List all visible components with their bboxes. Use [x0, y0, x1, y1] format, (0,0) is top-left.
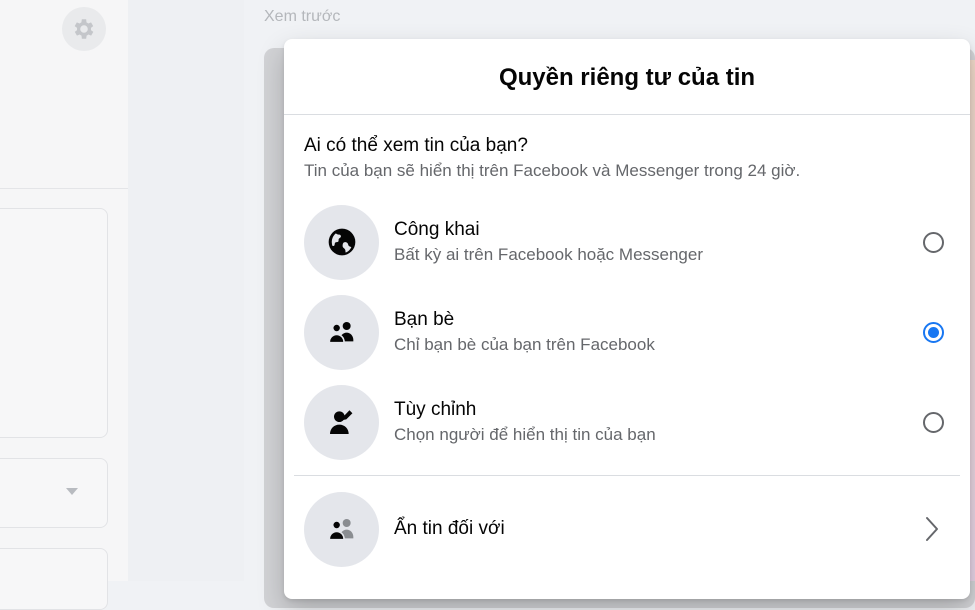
- radio-public[interactable]: [923, 231, 944, 253]
- globe-icon: [328, 228, 355, 256]
- story-privacy-dialog: Quyền riêng tư của tin Ai có thể xem tin…: [284, 39, 970, 599]
- option-label: Công khai: [394, 219, 480, 240]
- option-label: Bạn bè: [394, 309, 455, 330]
- option-custom-icon-wrap: [304, 384, 379, 460]
- background-gap: [128, 0, 244, 581]
- sidebar-divider: [0, 188, 128, 189]
- audience-question: Ai có thể xem tin của bạn?: [304, 135, 528, 156]
- dialog-title: Quyền riêng tư của tin: [498, 63, 756, 91]
- hide-story-texts: Ẩn tin đối với: [394, 518, 924, 540]
- background-picker[interactable]: [0, 548, 108, 610]
- option-desc: Chọn người để hiển thị tin của bạn: [394, 425, 656, 444]
- dialog-header: Quyền riêng tư của tin: [284, 39, 970, 115]
- option-friends[interactable]: Bạn bè Chỉ bạn bè của bạn trên Facebook: [304, 294, 954, 370]
- hide-story-icon-wrap: [304, 491, 379, 567]
- radio-friends[interactable]: [923, 321, 944, 343]
- audience-subtext: Tin của bạn sẽ hiển thị trên Facebook và…: [304, 161, 801, 180]
- option-public[interactable]: Công khai Bất kỳ ai trên Facebook hoặc M…: [304, 204, 954, 280]
- options-divider: [294, 475, 960, 476]
- option-custom[interactable]: Tùy chỉnh Chọn người để hiển thị tin của…: [304, 384, 954, 460]
- option-friends-texts: Bạn bè Chỉ bạn bè của bạn trên Facebook: [394, 309, 923, 355]
- hide-friends-icon: [328, 519, 353, 541]
- background-sidebar: [0, 0, 128, 610]
- gear-icon: [74, 19, 94, 39]
- hide-story-from-row[interactable]: Ẩn tin đối với: [304, 491, 954, 567]
- settings-button[interactable]: [62, 7, 106, 51]
- story-text-box[interactable]: [0, 208, 108, 438]
- font-dropdown[interactable]: [0, 458, 108, 528]
- option-desc: Chỉ bạn bè của bạn trên Facebook: [394, 335, 655, 354]
- preview-label: Xem trước: [264, 8, 341, 25]
- friends-icon: [328, 322, 353, 344]
- hide-story-label: Ẩn tin đối với: [394, 518, 505, 539]
- caret-down-icon: [66, 488, 78, 495]
- option-public-texts: Công khai Bất kỳ ai trên Facebook hoặc M…: [394, 219, 923, 265]
- chevron-right-icon: [926, 517, 938, 541]
- radio-custom[interactable]: [923, 411, 944, 433]
- option-custom-texts: Tùy chỉnh Chọn người để hiển thị tin của…: [394, 399, 923, 445]
- option-desc: Bất kỳ ai trên Facebook hoặc Messenger: [394, 245, 703, 264]
- custom-person-icon: [329, 410, 352, 434]
- option-label: Tùy chỉnh: [394, 399, 477, 420]
- option-friends-icon-wrap: [304, 294, 379, 370]
- option-public-icon-wrap: [304, 204, 379, 280]
